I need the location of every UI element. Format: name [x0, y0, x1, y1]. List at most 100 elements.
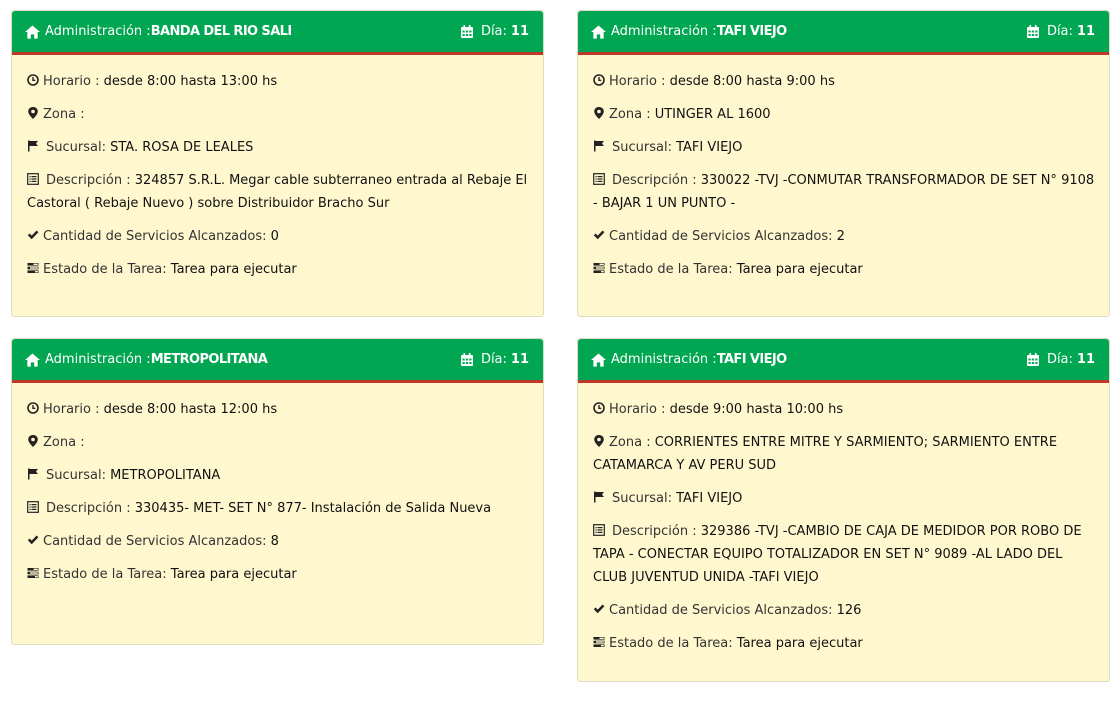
cantidad-value: 0 [270, 229, 279, 244]
zona-value: UTINGER AL 1600 [654, 107, 771, 122]
home-icon [591, 24, 606, 39]
descripcion-label: Descripción : [46, 501, 135, 516]
admin-label: Administración : [611, 352, 717, 367]
descripcion-row: Descripción : 329386 -TVJ -CAMBIO DE CAJ… [593, 520, 1095, 589]
calendar-icon [1026, 353, 1039, 366]
descripcion-row: Descripción : 330435- MET- SET N° 877- I… [27, 497, 529, 520]
clock-icon [593, 74, 605, 86]
admin-value: TAFI VIEJO [716, 24, 787, 39]
cantidad-label: Cantidad de Servicios Alcanzados: [43, 229, 271, 244]
dia-value: 11 [1076, 24, 1095, 39]
descripcion-label: Descripción : [46, 173, 135, 188]
clock-icon [27, 74, 39, 86]
dia-label: Día: [1046, 352, 1073, 367]
tasks-icon [27, 568, 39, 578]
tasks-icon [27, 263, 39, 273]
clock-icon [593, 402, 605, 414]
estado-label: Estado de la Tarea: [609, 262, 737, 277]
estado-row: Estado de la Tarea: Tarea para ejecutar [27, 563, 529, 586]
list-icon [27, 173, 39, 185]
admin-label: Administración : [45, 352, 151, 367]
cantidad-row: Cantidad de Servicios Alcanzados: 2 [593, 225, 1095, 248]
horario-value: desde 8:00 hasta 13:00 hs [103, 74, 278, 89]
card-header: Administración : TAFI VIEJO Día: 11 [578, 11, 1109, 55]
horario-label: Horario : [43, 74, 104, 89]
horario-row: Horario : desde 8:00 hasta 9:00 hs [593, 70, 1095, 93]
estado-value: Tarea para ejecutar [736, 636, 863, 651]
cantidad-value: 126 [836, 603, 862, 618]
cantidad-label: Cantidad de Servicios Alcanzados: [609, 603, 837, 618]
sucursal-value: TAFI VIEJO [676, 491, 743, 506]
estado-label: Estado de la Tarea: [43, 567, 171, 582]
task-card: Administración : TAFI VIEJO Día: 11 Horari… [577, 10, 1110, 317]
zona-row: Zona : CORRIENTES ENTRE MITRE Y SARMIENT… [593, 431, 1095, 477]
sucursal-value: STA. ROSA DE LEALES [110, 140, 254, 155]
zona-row: Zona : UTINGER AL 1600 [593, 103, 1095, 126]
tasks-icon [593, 637, 605, 647]
admin-value: TAFI VIEJO [716, 352, 787, 367]
check-icon [27, 230, 39, 240]
home-icon [25, 352, 40, 367]
estado-label: Estado de la Tarea: [609, 636, 737, 651]
zona-row: Zona : [27, 103, 529, 126]
horario-label: Horario : [43, 402, 104, 417]
estado-row: Estado de la Tarea: Tarea para ejecutar [593, 632, 1095, 655]
flag-icon [594, 491, 604, 503]
horario-row: Horario : desde 8:00 hasta 12:00 hs [27, 398, 529, 421]
horario-value: desde 8:00 hasta 12:00 hs [103, 402, 278, 417]
map-marker-icon [594, 435, 604, 447]
estado-row: Estado de la Tarea: Tarea para ejecutar [593, 258, 1095, 281]
clock-icon [27, 402, 39, 414]
zona-label: Zona : [609, 435, 655, 450]
admin-value: BANDA DEL RIO SALI [150, 24, 292, 39]
horario-value: desde 8:00 hasta 9:00 hs [669, 74, 835, 89]
dia-value: 11 [1076, 352, 1095, 367]
descripcion-label: Descripción : [612, 524, 701, 539]
card-body: Horario : desde 8:00 hasta 9:00 hs Zona … [578, 55, 1109, 297]
estado-row: Estado de la Tarea: Tarea para ejecutar [27, 258, 529, 281]
dia-value: 11 [510, 24, 529, 39]
zona-label: Zona : [43, 435, 85, 450]
dia-label: Día: [480, 352, 507, 367]
tasks-icon [593, 263, 605, 273]
map-marker-icon [28, 435, 38, 447]
sucursal-value: TAFI VIEJO [676, 140, 743, 155]
admin-label: Administración : [45, 24, 151, 39]
card-header: Administración : BANDA DEL RIO SALI Día: 1… [12, 11, 543, 55]
task-card: Administración : METROPOLITANA Día: 11 Hor… [11, 338, 544, 645]
home-icon [591, 352, 606, 367]
cantidad-value: 8 [270, 534, 279, 549]
descripcion-row: Descripción : 330022 -TVJ -CONMUTAR TRAN… [593, 169, 1095, 215]
dia-value: 11 [510, 352, 529, 367]
sucursal-value: METROPOLITANA [110, 468, 221, 483]
flag-icon [594, 140, 604, 152]
estado-label: Estado de la Tarea: [43, 262, 171, 277]
calendar-icon [460, 353, 473, 366]
flag-icon [28, 468, 38, 480]
calendar-icon [460, 25, 473, 38]
horario-label: Horario : [609, 402, 670, 417]
estado-value: Tarea para ejecutar [736, 262, 863, 277]
card-body: Horario : desde 8:00 hasta 12:00 hs Zona… [12, 383, 543, 602]
map-marker-icon [28, 107, 38, 119]
estado-value: Tarea para ejecutar [170, 567, 297, 582]
cantidad-label: Cantidad de Servicios Alcanzados: [43, 534, 271, 549]
check-icon [27, 535, 39, 545]
card-header: Administración : TAFI VIEJO Día: 11 [578, 339, 1109, 383]
sucursal-row: Sucursal: STA. ROSA DE LEALES [27, 136, 529, 159]
sucursal-row: Sucursal: METROPOLITANA [27, 464, 529, 487]
sucursal-label: Sucursal: [46, 468, 111, 483]
home-icon [25, 24, 40, 39]
horario-row: Horario : desde 8:00 hasta 13:00 hs [27, 70, 529, 93]
sucursal-label: Sucursal: [612, 140, 677, 155]
dia-label: Día: [480, 24, 507, 39]
list-icon [593, 173, 605, 185]
horario-value: desde 9:00 hasta 10:00 hs [669, 402, 844, 417]
check-icon [593, 230, 605, 240]
list-icon [593, 524, 605, 536]
list-icon [27, 501, 39, 513]
check-icon [593, 604, 605, 614]
cantidad-row: Cantidad de Servicios Alcanzados: 0 [27, 225, 529, 248]
admin-value: METROPOLITANA [150, 352, 268, 367]
zona-row: Zona : [27, 431, 529, 454]
